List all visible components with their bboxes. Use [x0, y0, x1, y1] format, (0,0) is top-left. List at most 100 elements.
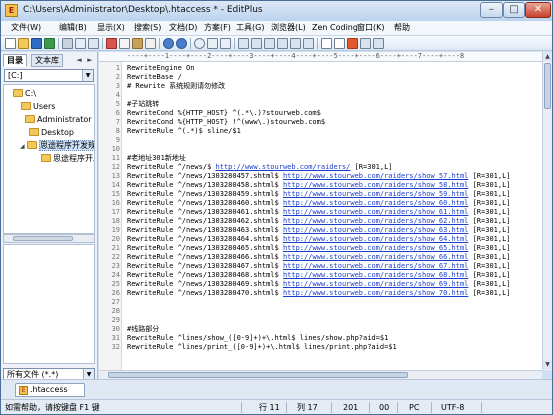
- tree-horizontal-scrollbar[interactable]: [3, 234, 95, 243]
- code-url[interactable]: http://www.stourweb.com/raiders/show_57.…: [283, 172, 468, 180]
- code-url[interactable]: http://www.stourweb.com/raiders/show_58.…: [283, 181, 468, 189]
- tab-directory[interactable]: 目录: [3, 54, 27, 67]
- editor-horizontal-scrollbar[interactable]: [99, 370, 542, 379]
- code-url[interactable]: http://www.stourweb.com/raiders/show_60.…: [283, 199, 468, 207]
- code-url[interactable]: http://www.stourweb.com/raiders/show_66.…: [283, 253, 468, 261]
- menu-edit[interactable]: 编辑(B): [59, 22, 87, 34]
- code-line[interactable]: 15 RewriteRule ^/news/1303280459.shtml$ h…: [99, 190, 542, 199]
- code-line[interactable]: 31 RewriteRule ^lines/show_([0-9]+)+\.htm…: [99, 334, 542, 343]
- code-line[interactable]: 1 RewriteEngine On: [99, 64, 542, 73]
- menu-project[interactable]: 方案(F): [204, 22, 231, 34]
- tool-icon-5[interactable]: [290, 38, 301, 49]
- tree-item[interactable]: Desktop: [22, 127, 74, 139]
- redo-icon[interactable]: [176, 38, 187, 49]
- save-all-icon[interactable]: [44, 38, 55, 49]
- tree-item[interactable]: Users: [14, 101, 55, 113]
- cut-icon[interactable]: [106, 38, 117, 49]
- code-line[interactable]: 12 RewriteRule ^/news/$ http://www.stourw…: [99, 163, 542, 172]
- sidebar-next-icon[interactable]: ►: [85, 55, 95, 66]
- word-wrap-icon[interactable]: [321, 38, 332, 49]
- spell-check-icon[interactable]: [88, 38, 99, 49]
- menu-browser[interactable]: 浏览器(L): [271, 22, 306, 34]
- code-line[interactable]: 16 RewriteRule ^/news/1303280460.shtml$ h…: [99, 199, 542, 208]
- menu-search[interactable]: 搜索(S): [134, 22, 161, 34]
- sidebar-prev-icon[interactable]: ◄: [74, 55, 84, 66]
- code-line[interactable]: 27: [99, 298, 542, 307]
- code-line[interactable]: 25 RewriteRule ^/news/1303280469.shtml$ h…: [99, 280, 542, 289]
- code-url[interactable]: http://www.stourweb.com/raiders/show_69.…: [283, 280, 468, 288]
- menu-help[interactable]: 帮助: [394, 22, 410, 34]
- chevron-down-icon[interactable]: ▼: [82, 70, 93, 81]
- code-line[interactable]: 30 #线路部分: [99, 325, 542, 334]
- replace-icon[interactable]: [207, 38, 218, 49]
- file-list[interactable]: [3, 244, 95, 364]
- paste-icon[interactable]: [132, 38, 143, 49]
- scroll-up-icon[interactable]: ▲: [543, 52, 552, 61]
- code-line[interactable]: 14 RewriteRule ^/news/1303280458.shtml$ h…: [99, 181, 542, 190]
- tool-icon-6[interactable]: [303, 38, 314, 49]
- open-folder-icon[interactable]: [18, 38, 29, 49]
- code-line[interactable]: 9: [99, 136, 542, 145]
- print-preview-icon[interactable]: [75, 38, 86, 49]
- minimize-button[interactable]: –: [480, 2, 503, 18]
- delete-icon[interactable]: [145, 38, 156, 49]
- tool-icon-2[interactable]: [251, 38, 262, 49]
- code-line[interactable]: 5 #子站跳转: [99, 100, 542, 109]
- code-url[interactable]: http://www.stourweb.com/raiders/show_62.…: [283, 217, 468, 225]
- code-line[interactable]: 21 RewriteRule ^/news/1303280465.shtml$ h…: [99, 244, 542, 253]
- code-editor[interactable]: 1 RewriteEngine On 2 RewriteBase / 3 # Rewrit…: [99, 62, 542, 370]
- scrollbar-thumb[interactable]: [544, 63, 551, 109]
- scrollbar-thumb[interactable]: [13, 236, 73, 241]
- find-icon[interactable]: [194, 38, 205, 49]
- code-line[interactable]: 26 RewriteRule ^/news/1303280470.shtml$ h…: [99, 289, 542, 298]
- code-line[interactable]: 10: [99, 145, 542, 154]
- code-line[interactable]: 22 RewriteRule ^/news/1303280466.shtml$ h…: [99, 253, 542, 262]
- code-line[interactable]: 24 RewriteRule ^/news/1303280468.shtml$ h…: [99, 271, 542, 280]
- tree-item[interactable]: C:\: [6, 88, 36, 100]
- code-line[interactable]: 8 RewriteRule ^(.*)$ sline/$1: [99, 127, 542, 136]
- code-url[interactable]: http://www.stourweb.com/raiders/show_67.…: [283, 262, 468, 270]
- code-line[interactable]: 7 RewriteCond %{HTTP_HOST} !^(www\.)stour…: [99, 118, 542, 127]
- menu-zen-coding[interactable]: Zen Coding: [312, 22, 358, 34]
- close-button[interactable]: ✕: [525, 2, 551, 18]
- editor-vertical-scrollbar[interactable]: ▲ ▼: [542, 52, 552, 370]
- code-line[interactable]: 29: [99, 316, 542, 325]
- code-url[interactable]: http://www.stourweb.com/raiders/show_70.…: [283, 289, 468, 297]
- tool-icon-8[interactable]: [373, 38, 384, 49]
- code-line[interactable]: 19 RewriteRule ^/news/1303280463.shtml$ h…: [99, 226, 542, 235]
- collapse-icon[interactable]: ◢: [20, 141, 27, 153]
- tree-item[interactable]: 思途程序开发规: [34, 153, 94, 165]
- menu-document[interactable]: 文档(D): [169, 22, 197, 34]
- code-line[interactable]: 32 RewriteRule ^lines/print_([0-9]+)+\.ht…: [99, 343, 542, 352]
- code-url[interactable]: http://www.stourweb.com/raiders/: [216, 163, 351, 171]
- copy-icon[interactable]: [119, 38, 130, 49]
- code-url[interactable]: http://www.stourweb.com/raiders/show_64.…: [283, 235, 468, 243]
- maximize-button[interactable]: □: [503, 2, 525, 18]
- code-url[interactable]: http://www.stourweb.com/raiders/show_63.…: [283, 226, 468, 234]
- code-line[interactable]: 17 RewriteRule ^/news/1303280461.shtml$ h…: [99, 208, 542, 217]
- tab-htaccess[interactable]: E .htaccess: [15, 383, 85, 397]
- scrollbar-thumb[interactable]: [108, 372, 408, 378]
- drive-select[interactable]: [C:] ▼: [4, 69, 94, 82]
- find-next-icon[interactable]: [220, 38, 231, 49]
- code-url[interactable]: http://www.stourweb.com/raiders/show_61.…: [283, 208, 468, 216]
- tree-item[interactable]: Administrator: [18, 114, 92, 126]
- code-url[interactable]: http://www.stourweb.com/raiders/show_68.…: [283, 271, 468, 279]
- code-line[interactable]: 23 RewriteRule ^/news/1303280467.shtml$ h…: [99, 262, 542, 271]
- code-line[interactable]: 13 RewriteRule ^/news/1303280457.shtml$ h…: [99, 172, 542, 181]
- menu-file[interactable]: 文件(W): [11, 22, 41, 34]
- new-file-icon[interactable]: [5, 38, 16, 49]
- menu-window[interactable]: 窗口(K): [357, 22, 385, 34]
- print-icon[interactable]: [62, 38, 73, 49]
- code-line[interactable]: 20 RewriteRule ^/news/1303280464.shtml$ h…: [99, 235, 542, 244]
- scroll-down-icon[interactable]: ▼: [543, 360, 552, 369]
- tab-cliptext[interactable]: 文本库: [31, 54, 63, 67]
- code-line[interactable]: 3 # Rewrite 系统规则请勿修改: [99, 82, 542, 91]
- tree-item-selected[interactable]: ◢ 思途程序开发规: [20, 140, 94, 153]
- undo-icon[interactable]: [163, 38, 174, 49]
- tool-icon-7[interactable]: [360, 38, 371, 49]
- code-line[interactable]: 6 RewriteCond %{HTTP_HOST} ^(.*\.)?stourw…: [99, 109, 542, 118]
- tool-icon-1[interactable]: [238, 38, 249, 49]
- tool-icon-4[interactable]: [277, 38, 288, 49]
- code-line[interactable]: 28: [99, 307, 542, 316]
